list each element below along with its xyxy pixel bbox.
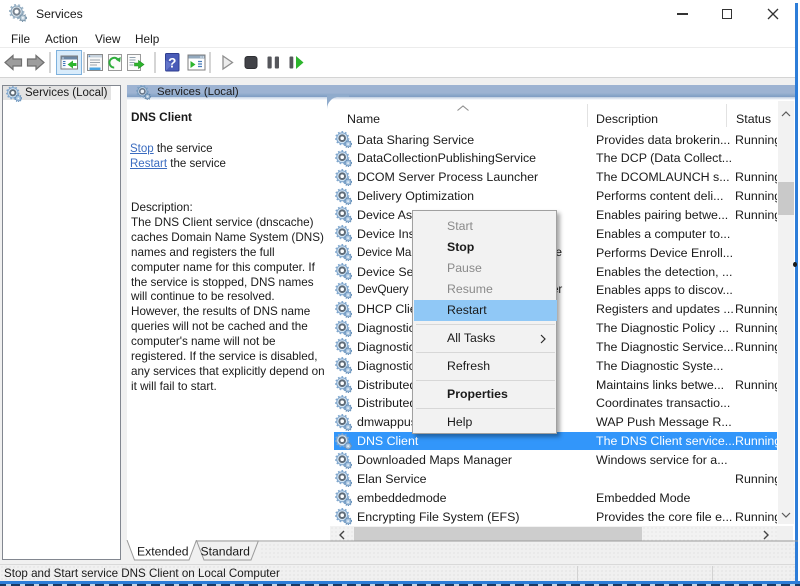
svg-text:Extended: Extended <box>137 545 189 559</box>
svg-text:?: ? <box>168 56 176 71</box>
svg-text:Standard: Standard <box>201 545 250 559</box>
